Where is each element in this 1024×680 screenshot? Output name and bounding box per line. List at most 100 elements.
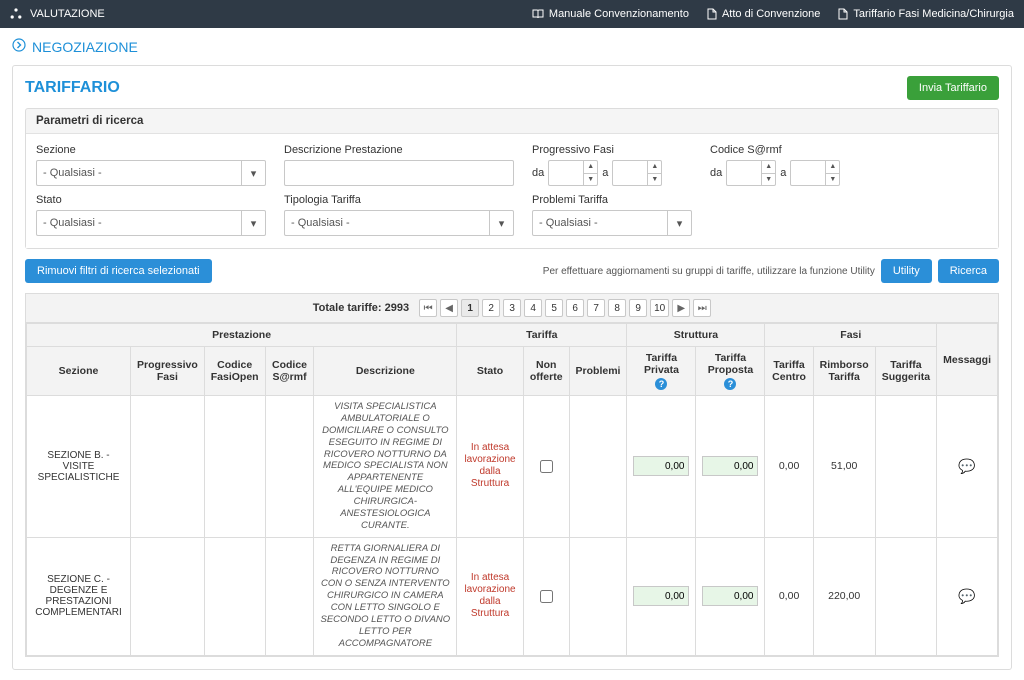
- pager-page-1[interactable]: 1: [461, 299, 479, 317]
- label-stato: Stato: [36, 194, 266, 206]
- th-codice-fasiopen: Codice FasiOpen: [204, 347, 265, 396]
- help-icon[interactable]: ?: [655, 378, 667, 390]
- th-stato: Stato: [457, 347, 524, 396]
- panel-header: TARIFFARIO Invia Tariffario: [25, 76, 999, 100]
- panel-title: TARIFFARIO: [25, 79, 120, 97]
- cell-stato: In attesa lavorazione dalla Struttura: [457, 396, 524, 538]
- pdf-icon: [838, 8, 848, 20]
- select-problemi-value: - Qualsiasi -: [539, 217, 598, 229]
- label-problemi-tariffa: Problemi Tariffa: [532, 194, 692, 206]
- pager-page-8[interactable]: 8: [608, 299, 626, 317]
- cell-descrizione: RETTA GIORNALIERA DI DEGENZA IN REGIME D…: [314, 537, 457, 655]
- th-rimborso-tariffa: Rimborso Tariffa: [813, 347, 875, 396]
- logo-icon: [10, 8, 22, 20]
- input-tariffa-proposta[interactable]: [702, 456, 758, 476]
- cell-rimborso: 220,00: [813, 537, 875, 655]
- send-tariffario-button[interactable]: Invia Tariffario: [907, 76, 999, 100]
- th-tariffa-centro: Tariffa Centro: [765, 347, 813, 396]
- label-da: da: [532, 167, 544, 179]
- cell-fasiopen: [204, 537, 265, 655]
- search-button[interactable]: Ricerca: [938, 259, 999, 283]
- utility-button[interactable]: Utility: [881, 259, 932, 283]
- main-panel: TARIFFARIO Invia Tariffario Parametri di…: [12, 65, 1012, 670]
- pager-last[interactable]: ⏭: [693, 299, 711, 317]
- select-sezione[interactable]: - Qualsiasi - ▾: [36, 160, 266, 186]
- link-atto[interactable]: Atto di Convenzione: [707, 8, 820, 20]
- pager-page-2[interactable]: 2: [482, 299, 500, 317]
- label-sezione: Sezione: [36, 144, 266, 156]
- chat-icon[interactable]: 💬: [958, 458, 975, 474]
- checkbox-non-offerte[interactable]: [540, 590, 553, 603]
- label-tipologia-tariffa: Tipologia Tariffa: [284, 194, 514, 206]
- remove-filters-button[interactable]: Rimuovi filtri di ricerca selezionati: [25, 259, 212, 283]
- pager-first[interactable]: ⏮: [419, 299, 437, 317]
- checkbox-non-offerte[interactable]: [540, 460, 553, 473]
- cell-sezione: SEZIONE C. - DEGENZE E PRESTAZIONI COMPL…: [27, 537, 131, 655]
- help-icon[interactable]: ?: [724, 378, 736, 390]
- th-messaggi: Messaggi: [937, 324, 998, 396]
- input-sarmf-da[interactable]: ▲▼: [726, 160, 776, 186]
- input-progfasi-da[interactable]: ▲▼: [548, 160, 598, 186]
- link-tariffario-fasi[interactable]: Tariffario Fasi Medicina/Chirurgia: [838, 8, 1014, 20]
- input-tariffa-privata[interactable]: [633, 586, 689, 606]
- cell-suggerita: [875, 396, 936, 538]
- cell-sarmf: [265, 537, 314, 655]
- total-tariffe-label: Totale tariffe: 2993: [313, 302, 409, 314]
- select-tipologia-tariffa[interactable]: - Qualsiasi - ▾: [284, 210, 514, 236]
- pager-page-9[interactable]: 9: [629, 299, 647, 317]
- th-tariffa-privata: Tariffa Privata ?: [627, 347, 696, 396]
- pager-page-7[interactable]: 7: [587, 299, 605, 317]
- pager-next[interactable]: ▶: [672, 299, 690, 317]
- brand-label: VALUTAZIONE: [30, 8, 105, 20]
- th-group-prestazione: Prestazione: [27, 324, 457, 347]
- th-sezione: Sezione: [27, 347, 131, 396]
- th-group-fasi: Fasi: [765, 324, 937, 347]
- link-tariffario-fasi-label: Tariffario Fasi Medicina/Chirurgia: [853, 8, 1014, 20]
- pager: ⏮ ◀ 1 2 3 4 5 6 7 8 9 10 ▶ ⏭: [419, 299, 711, 317]
- pager-page-6[interactable]: 6: [566, 299, 584, 317]
- results-table-wrap: Totale tariffe: 2993 ⏮ ◀ 1 2 3 4 5 6 7 8…: [25, 293, 999, 657]
- pager-page-10[interactable]: 10: [650, 299, 669, 317]
- arrow-right-circle-icon: [12, 38, 26, 55]
- chevron-down-icon: ▾: [241, 161, 265, 185]
- chat-icon[interactable]: 💬: [958, 588, 975, 604]
- chevron-down-icon: ▾: [489, 211, 513, 235]
- cell-tariffa-centro: 0,00: [765, 537, 813, 655]
- input-tariffa-privata[interactable]: [633, 456, 689, 476]
- subheader-title: NEGOZIAZIONE: [32, 39, 138, 55]
- cell-messaggi: 💬: [937, 537, 998, 655]
- input-descrizione-prestazione[interactable]: [284, 160, 514, 186]
- subheader: NEGOZIAZIONE: [0, 28, 1024, 55]
- th-non-offerte: Non offerte: [523, 347, 569, 396]
- link-atto-label: Atto di Convenzione: [722, 8, 820, 20]
- input-progfasi-a[interactable]: ▲▼: [612, 160, 662, 186]
- link-manuale[interactable]: Manuale Convenzionamento: [532, 8, 689, 20]
- input-tariffa-proposta[interactable]: [702, 586, 758, 606]
- pdf-icon: [707, 8, 717, 20]
- pager-prev[interactable]: ◀: [440, 299, 458, 317]
- cell-tariffa-privata: [627, 396, 696, 538]
- label-a: a: [602, 167, 608, 179]
- th-tariffa-suggerita: Tariffa Suggerita: [875, 347, 936, 396]
- cell-tariffa-proposta: [696, 537, 765, 655]
- results-table: Prestazione Tariffa Struttura Fasi Messa…: [26, 323, 998, 656]
- th-tariffa-proposta: Tariffa Proposta ?: [696, 347, 765, 396]
- chevron-down-icon: ▾: [667, 211, 691, 235]
- table-row: SEZIONE C. - DEGENZE E PRESTAZIONI COMPL…: [27, 537, 998, 655]
- cell-stato: In attesa lavorazione dalla Struttura: [457, 537, 524, 655]
- cell-progfasi: [131, 396, 205, 538]
- label-da: da: [710, 167, 722, 179]
- cell-rimborso: 51,00: [813, 396, 875, 538]
- cell-problemi: [569, 396, 627, 538]
- cell-problemi: [569, 537, 627, 655]
- select-stato[interactable]: - Qualsiasi - ▾: [36, 210, 266, 236]
- label-progressivo-fasi: Progressivo Fasi: [532, 144, 692, 156]
- select-problemi-tariffa[interactable]: - Qualsiasi - ▾: [532, 210, 692, 236]
- topbar: VALUTAZIONE Manuale Convenzionamento Att…: [0, 0, 1024, 28]
- pager-page-4[interactable]: 4: [524, 299, 542, 317]
- input-sarmf-a[interactable]: ▲▼: [790, 160, 840, 186]
- topbar-right: Manuale Convenzionamento Atto di Convenz…: [532, 8, 1014, 20]
- search-params-title: Parametri di ricerca: [26, 109, 998, 134]
- pager-page-5[interactable]: 5: [545, 299, 563, 317]
- pager-page-3[interactable]: 3: [503, 299, 521, 317]
